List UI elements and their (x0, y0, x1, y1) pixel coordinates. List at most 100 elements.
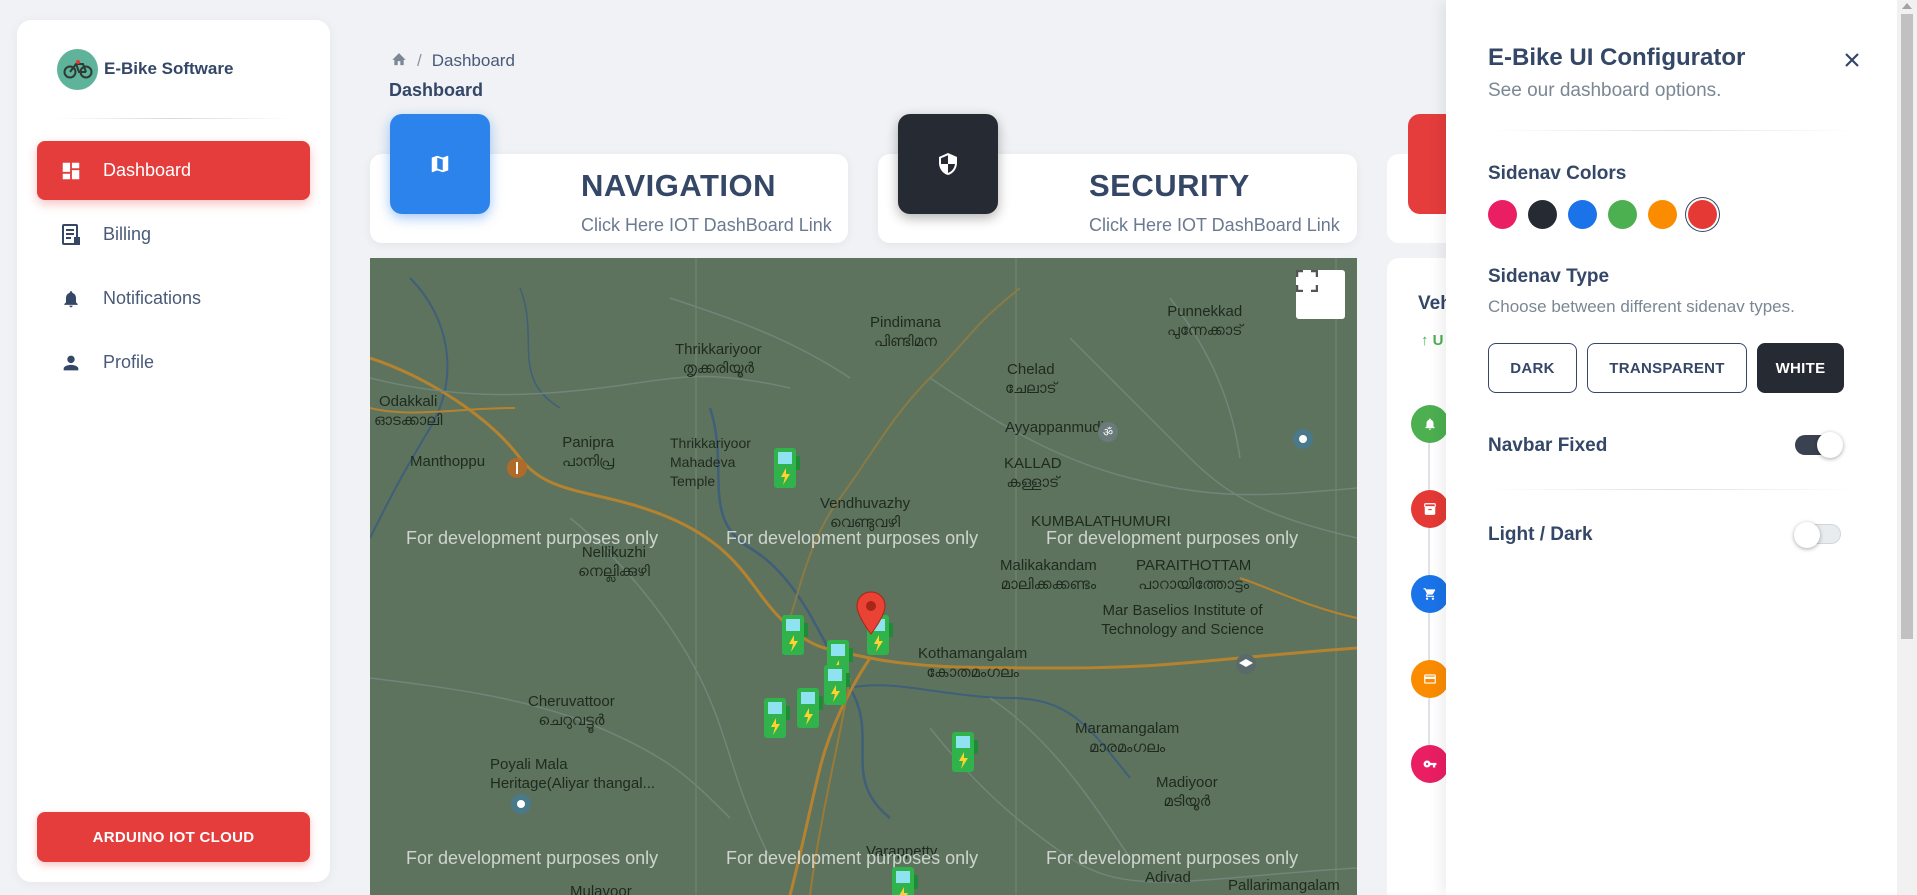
person-icon (59, 351, 83, 375)
sidenav-type-label: Sidenav Type (1488, 266, 1610, 287)
toggle-knob (1794, 522, 1820, 548)
key-icon (1411, 745, 1449, 783)
navbar-fixed-toggle[interactable] (1795, 432, 1843, 458)
light-dark-label: Light / Dark (1488, 524, 1593, 545)
ev-charger-icon[interactable] (762, 696, 792, 740)
map-label: Ayyappanmudi (1005, 419, 1104, 436)
color-swatch-orange[interactable] (1648, 200, 1677, 229)
sidenav-type-white-button[interactable]: WHITE (1757, 343, 1844, 393)
map-icon (390, 114, 490, 214)
navbar-fixed-label: Navbar Fixed (1488, 435, 1608, 456)
sidebar-item-label: Billing (103, 224, 152, 244)
map-label: KALLAD കള്ളാട് (1004, 455, 1062, 491)
map-label: Adivad (1145, 869, 1191, 886)
map-label: Thrikkariyoor Mahadeva Temple (670, 435, 751, 489)
scroll-up-arrow[interactable] (1902, 3, 1912, 9)
bell-icon (1411, 405, 1449, 443)
breadcrumb: / Dashboard (391, 51, 515, 71)
color-swatch-dark[interactable] (1528, 200, 1557, 229)
map-label: Punnekkad പുന്നേക്കാട് (1167, 303, 1243, 339)
card-title: SECURITY (1089, 168, 1250, 203)
ev-charger-icon[interactable] (772, 446, 802, 490)
dashboard-icon (59, 159, 83, 183)
breadcrumb-separator: / (417, 51, 422, 70)
ev-charger-icon[interactable] (780, 613, 810, 657)
ev-charger-icon[interactable] (950, 730, 980, 774)
dev-watermark: For development purposes only (406, 848, 659, 868)
ui-configurator: E-Bike UI Configurator See our dashboard… (1446, 0, 1897, 895)
sidebar-item-billing[interactable]: Billing (37, 205, 310, 264)
page-title: Dashboard (389, 80, 484, 100)
map-label: Odakkali ഓടക്കാലി (374, 393, 443, 429)
map-label: Kothamangalam കോതമംഗലം (918, 645, 1028, 681)
sidenav-colors-label: Sidenav Colors (1488, 163, 1627, 184)
bike-icon (57, 48, 98, 90)
svg-text:ॐ: ॐ (1103, 426, 1113, 439)
sidenav-type-dark-button[interactable]: DARK (1488, 343, 1577, 393)
dev-watermark: For development purposes only (726, 528, 979, 548)
close-icon[interactable] (1842, 50, 1862, 70)
sidebar-item-notifications[interactable]: Notifications (37, 269, 310, 328)
sidenav-type-description: Choose between different sidenav types. (1488, 297, 1795, 316)
arduino-iot-cloud-button[interactable]: ARDUINO IOT CLOUD (37, 812, 310, 862)
color-swatch-pink[interactable] (1488, 200, 1517, 229)
map-label: Chelad ചേലാട് (1005, 361, 1057, 397)
fullscreen-button[interactable] (1296, 270, 1345, 319)
archive-icon (1411, 490, 1449, 528)
divider (54, 118, 293, 119)
breadcrumb-current: Dashboard (431, 51, 515, 70)
map-label: Panipra പാനിപ്ര (562, 434, 615, 470)
brand[interactable]: E-Bike Software (17, 20, 330, 118)
sidenav: E-Bike Software Dashboard Billing Notifi… (17, 20, 330, 882)
card-icon (1408, 114, 1448, 214)
map-label: Poyali Mala Heritage(Aliyar thangal... (490, 756, 656, 792)
sidebar-item-label: Dashboard (103, 160, 192, 180)
sidebar-item-profile[interactable]: Profile (37, 333, 310, 392)
color-swatch-green[interactable] (1608, 200, 1637, 229)
dashboard-link[interactable]: Click Here IOT DashBoard Link (1089, 215, 1340, 236)
color-swatch-red[interactable] (1688, 200, 1717, 229)
map-label: Pindimana പിണ്ടിമന (870, 314, 941, 350)
color-swatch-blue[interactable] (1568, 200, 1597, 229)
navigation-card[interactable]: NAVIGATION Click Here IOT DashBoard Link (370, 114, 848, 243)
divider (1488, 489, 1858, 490)
card-title: NAVIGATION (581, 168, 777, 203)
scrollbar[interactable] (1897, 0, 1917, 895)
toggle-knob (1817, 432, 1843, 458)
map-label: Mar Baselios Institute of Technology and… (1101, 602, 1264, 638)
map-label: Maramangalam മാരമംഗലം (1075, 720, 1180, 756)
sidebar-item-dashboard[interactable]: Dashboard (37, 141, 310, 200)
map-label: Cheruvattoor ചെറുവട്ടൂർ (528, 693, 615, 729)
scroll-thumb[interactable] (1901, 14, 1913, 639)
receipt-icon (59, 223, 83, 247)
map-label: PARAITHOTTAM പാറായിത്തോട്ടം (1136, 557, 1252, 593)
timeline-subtitle: ↑ U (1421, 332, 1444, 349)
map-label: Vendhuvazhy വെണ്ടുവഴി (820, 495, 911, 531)
dashboard-link[interactable]: Click Here IOT DashBoard Link (581, 215, 832, 236)
shield-icon (898, 114, 998, 214)
ev-charger-icon[interactable] (822, 663, 852, 707)
dev-watermark: For development purposes only (726, 848, 979, 868)
sidebar-nav: Dashboard Billing Notifications Profile (17, 141, 330, 392)
brand-name: E-Bike Software (104, 59, 234, 78)
bell-icon (59, 287, 83, 311)
security-card[interactable]: SECURITY Click Here IOT DashBoard Link (878, 114, 1357, 243)
dev-watermark: For development purposes only (406, 528, 659, 548)
sidebar-item-label: Notifications (103, 288, 202, 308)
ev-charger-icon[interactable] (890, 865, 920, 895)
map-label: Thrikkariyoor തൃക്കരിയൂർ (675, 341, 762, 377)
dev-watermark: For development purposes only (1046, 848, 1299, 868)
light-dark-toggle[interactable] (1794, 522, 1841, 548)
dev-watermark: For development purposes only (1046, 528, 1299, 548)
map[interactable]: Thrikkariyoor തൃക്കരിയൂർ Pindimana പിണ്ടിമ… (370, 258, 1357, 895)
map-label: Madiyoor മടിയൂർ (1156, 774, 1218, 810)
map-label: Malikakandam മാലിക്കക്കണ്ടം (1000, 557, 1097, 593)
map-label: Manthoppu (410, 453, 486, 470)
sidenav-type-transparent-button[interactable]: TRANSPARENT (1587, 343, 1747, 393)
home-icon[interactable] (391, 51, 407, 71)
ev-charger-icon[interactable] (795, 686, 825, 730)
map-label: Mulavoor (570, 883, 632, 895)
configurator-subtitle: See our dashboard options. (1488, 80, 1722, 101)
map-label: Pallarimangalam (1228, 877, 1340, 894)
fullscreen-icon (1296, 270, 1318, 292)
